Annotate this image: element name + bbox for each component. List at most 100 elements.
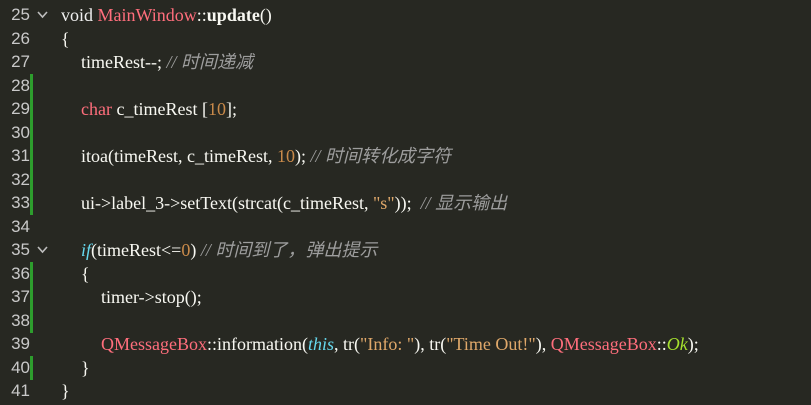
punctuation: ), bbox=[535, 334, 551, 354]
brace: } bbox=[81, 358, 90, 378]
code-text[interactable]: void MainWindow::update() bbox=[61, 3, 272, 27]
line-number: 38 bbox=[11, 311, 30, 330]
change-marker bbox=[30, 121, 33, 145]
code-line-28[interactable]: 28 bbox=[0, 74, 811, 98]
this-keyword: this bbox=[308, 334, 335, 354]
statement: timer->stop(); bbox=[101, 287, 202, 307]
line-number: 33 bbox=[11, 193, 30, 212]
line-number: 28 bbox=[11, 76, 30, 95]
declaration: c_timeRest [ bbox=[111, 99, 208, 119]
code-text[interactable]: itoa(timeRest, c_timeRest, 10); // 时间转化成… bbox=[81, 144, 451, 168]
punctuation: ); bbox=[687, 334, 699, 354]
line-number: 34 bbox=[11, 217, 30, 236]
code-line-39[interactable]: 39 QMessageBox::information(this, tr("In… bbox=[0, 332, 811, 356]
code-line-27[interactable]: 27 timeRest--; // 时间递减 bbox=[0, 50, 811, 74]
number-literal: 10 bbox=[276, 146, 295, 166]
punctuation: )); bbox=[394, 193, 421, 213]
code-line-36[interactable]: 36 { bbox=[0, 262, 811, 286]
line-number: 40 bbox=[11, 358, 30, 377]
keyword: void bbox=[61, 5, 98, 25]
line-number: 30 bbox=[11, 123, 30, 142]
code-line-41[interactable]: 41 } bbox=[0, 379, 811, 403]
code-line-38[interactable]: 38 bbox=[0, 309, 811, 333]
line-number: 41 bbox=[11, 381, 30, 400]
code-line-37[interactable]: 37 timer->stop(); bbox=[0, 285, 811, 309]
code-line-32[interactable]: 32 bbox=[0, 168, 811, 192]
call: itoa(timeRest, c_timeRest, bbox=[81, 146, 277, 166]
punctuation: , tr( bbox=[334, 334, 361, 354]
function-name: update bbox=[206, 5, 260, 25]
change-marker bbox=[30, 74, 33, 98]
class-name: QMessageBox bbox=[101, 334, 207, 354]
code-text[interactable]: char c_timeRest [10]; bbox=[81, 97, 237, 121]
code-text[interactable]: timeRest--; // 时间递减 bbox=[81, 50, 253, 74]
line-number: 26 bbox=[11, 29, 30, 48]
punctuation: ), tr( bbox=[414, 334, 447, 354]
change-marker bbox=[30, 356, 33, 380]
code-text[interactable]: } bbox=[81, 356, 90, 380]
code-line-29[interactable]: 29 char c_timeRest [10]; bbox=[0, 97, 811, 121]
line-number: 35 bbox=[11, 240, 30, 259]
code-editor[interactable]: 25 void MainWindow::update() 26 { 27 tim… bbox=[0, 0, 811, 405]
scope-operator: :: bbox=[207, 334, 218, 354]
code-line-31[interactable]: 31 itoa(timeRest, c_timeRest, 10); // 时间… bbox=[0, 144, 811, 168]
change-marker bbox=[30, 144, 33, 168]
code-line-26[interactable]: 26 { bbox=[0, 27, 811, 51]
number-literal: 0 bbox=[181, 240, 191, 260]
comment: // 时间转化成字符 bbox=[310, 146, 451, 166]
statement: timeRest--; bbox=[81, 52, 167, 72]
parentheses: () bbox=[259, 5, 272, 25]
change-marker bbox=[30, 97, 33, 121]
code-text[interactable]: { bbox=[81, 262, 90, 286]
enum-value: Ok bbox=[666, 334, 688, 354]
line-number: 31 bbox=[11, 146, 30, 165]
code-text[interactable]: QMessageBox::information(this, tr("Info:… bbox=[101, 332, 699, 356]
number-literal: 10 bbox=[207, 99, 226, 119]
code-text[interactable]: ui->label_3->setText(strcat(c_timeRest, … bbox=[81, 191, 507, 215]
punctuation: ) bbox=[190, 240, 201, 260]
change-marker bbox=[30, 285, 33, 309]
code-line-40[interactable]: 40 } bbox=[0, 356, 811, 380]
chevron-down-icon bbox=[37, 246, 48, 254]
code-line-34[interactable]: 34 bbox=[0, 215, 811, 239]
scope-operator: :: bbox=[656, 334, 667, 354]
scope-operator: :: bbox=[196, 5, 207, 25]
string-literal: "Time Out!" bbox=[446, 334, 536, 354]
class-name: QMessageBox bbox=[550, 334, 657, 354]
code-line-35[interactable]: 35 if(timeRest<=0) // 时间到了，弹出提示 bbox=[0, 238, 811, 262]
brace: { bbox=[61, 29, 70, 49]
comment: // 时间到了，弹出提示 bbox=[200, 240, 378, 260]
code-text[interactable]: if(timeRest<=0) // 时间到了，弹出提示 bbox=[81, 238, 377, 262]
fold-toggle[interactable] bbox=[36, 3, 50, 27]
code-text[interactable]: timer->stop(); bbox=[101, 285, 202, 309]
code-text[interactable]: } bbox=[61, 379, 70, 403]
type-keyword: char bbox=[81, 99, 112, 119]
line-number: 29 bbox=[11, 99, 30, 118]
code-line-30[interactable]: 30 bbox=[0, 121, 811, 145]
control-keyword: if bbox=[81, 240, 92, 260]
line-number: 32 bbox=[11, 170, 30, 189]
call: ui->label_3->setText(strcat(c_timeRest, bbox=[81, 193, 373, 213]
brace: { bbox=[81, 264, 90, 284]
fold-toggle[interactable] bbox=[36, 238, 50, 262]
line-number: 27 bbox=[11, 52, 30, 71]
chevron-down-icon bbox=[37, 11, 48, 19]
comment: // 时间递减 bbox=[166, 52, 253, 72]
code-line-25[interactable]: 25 void MainWindow::update() bbox=[0, 3, 811, 27]
line-number: 39 bbox=[11, 334, 30, 353]
condition: (timeRest<= bbox=[91, 240, 182, 260]
code-text[interactable]: { bbox=[61, 27, 70, 51]
change-marker bbox=[30, 191, 33, 215]
change-marker bbox=[30, 309, 33, 333]
line-number: 25 bbox=[11, 5, 30, 24]
call: information( bbox=[217, 334, 308, 354]
change-marker bbox=[30, 262, 33, 286]
punctuation: ]; bbox=[225, 99, 237, 119]
class-name: MainWindow bbox=[97, 5, 197, 25]
comment: // 显示输出 bbox=[420, 193, 508, 213]
brace: } bbox=[61, 381, 70, 401]
line-number: 37 bbox=[11, 287, 30, 306]
punctuation: ); bbox=[294, 146, 311, 166]
string-literal: "Info: " bbox=[360, 334, 415, 354]
code-line-33[interactable]: 33 ui->label_3->setText(strcat(c_timeRes… bbox=[0, 191, 811, 215]
